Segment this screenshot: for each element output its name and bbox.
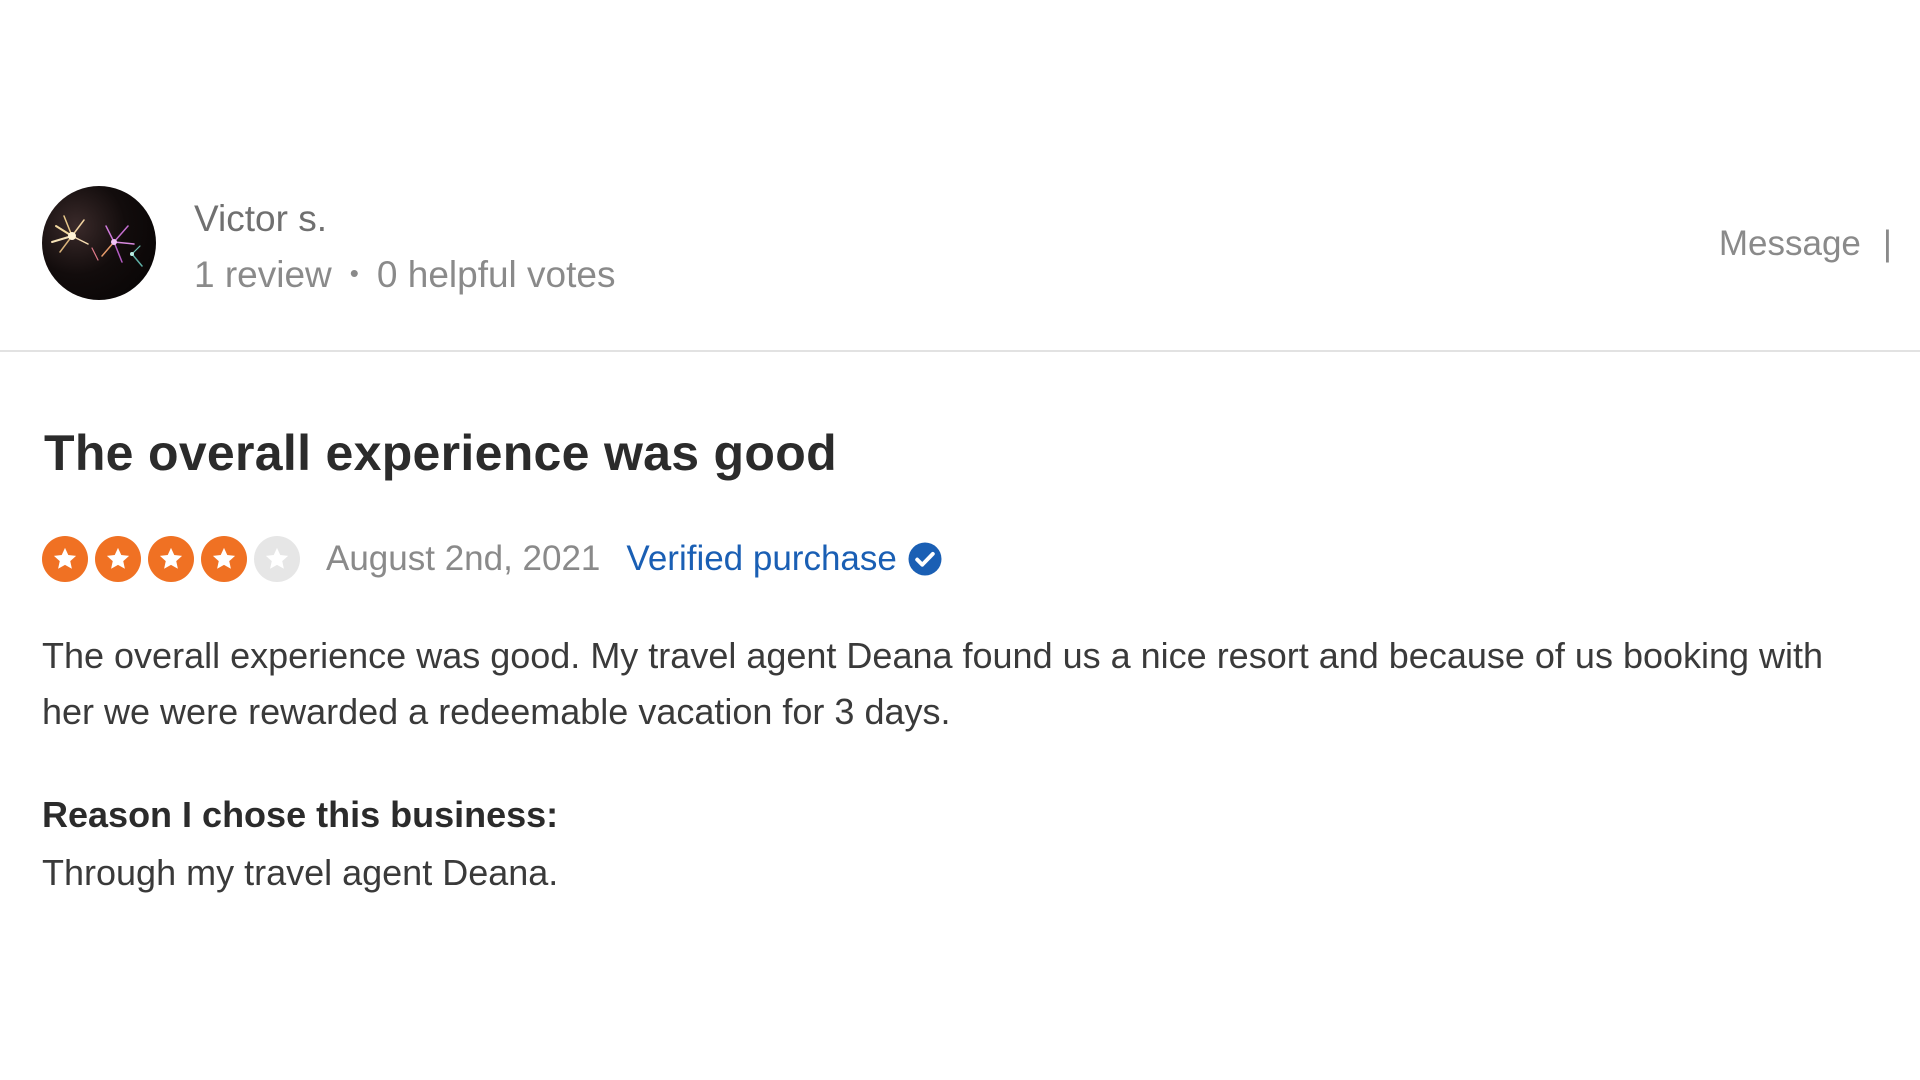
reason-label: Reason I chose this business:	[42, 794, 559, 835]
star-rating	[42, 536, 300, 582]
review-date: August 2nd, 2021	[326, 539, 601, 578]
rating-row: August 2nd, 2021 Verified purchase	[42, 533, 943, 585]
message-label[interactable]: Message	[1719, 224, 1861, 263]
section-divider	[0, 350, 1920, 352]
star-icon-filled	[95, 536, 141, 582]
message-link[interactable]: Message |	[1719, 224, 1892, 264]
star-icon-empty	[254, 536, 300, 582]
helpful-votes-count: 0 helpful votes	[376, 254, 616, 295]
star-icon-filled	[42, 536, 88, 582]
fireworks-avatar-icon	[51, 215, 143, 267]
message-separator: |	[1882, 224, 1892, 263]
check-circle-icon	[908, 542, 942, 576]
reviewer-stats: 1 review • 0 helpful votes	[194, 254, 616, 296]
stats-separator: •	[349, 257, 359, 288]
review-count: 1 review	[194, 254, 332, 295]
review-body: The overall experience was good. My trav…	[42, 635, 1824, 732]
avatar[interactable]	[42, 186, 156, 300]
star-icon-filled	[201, 536, 247, 582]
verified-purchase-badge[interactable]: Verified purchase	[626, 539, 942, 579]
review-title: The overall experience was good	[44, 425, 837, 481]
star-icon-filled	[148, 536, 194, 582]
reviewer-name[interactable]: Victor s.	[194, 198, 327, 240]
reviewer-header: Victor s. 1 review • 0 helpful votes Messa…	[42, 186, 1892, 300]
review-card: Victor s. 1 review • 0 helpful votes Messa…	[0, 0, 1920, 1080]
reason-text: Through my travel agent Deana.	[42, 852, 559, 893]
verified-purchase-label[interactable]: Verified purchase	[626, 539, 896, 579]
